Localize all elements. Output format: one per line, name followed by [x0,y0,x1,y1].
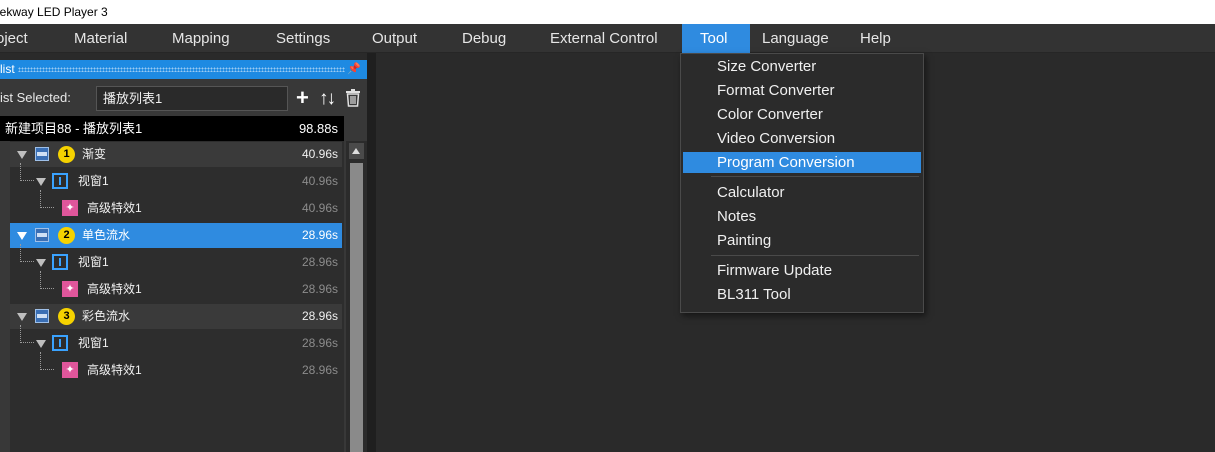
effect-row-2[interactable]: ✦ 高级特效1 28.96s [10,271,342,302]
menu-project[interactable]: oject [0,24,28,53]
effect-duration: 40.96s [301,201,338,215]
program-icon [35,228,49,242]
program-number-badge: 3 [58,308,75,325]
project-duration: 98.88s [298,121,338,136]
collapse-arrow-icon[interactable] [17,151,27,159]
menu-material[interactable]: Material [74,24,127,53]
tree-gutter [0,141,10,452]
menu-tool[interactable]: Tool [682,24,750,53]
menu-external-control[interactable]: External Control [550,24,658,53]
menu-item-firmware-update[interactable]: Firmware Update [683,260,921,281]
menu-item-format-converter[interactable]: Format Converter [683,80,921,101]
window-icon [52,173,68,189]
window-name: 视窗1 [78,336,109,350]
window-icon [52,254,68,270]
menu-language[interactable]: Language [762,24,829,53]
program-number-badge: 1 [58,146,75,163]
scroll-up-arrow-icon[interactable] [349,143,364,159]
menu-separator [711,176,919,177]
collapse-arrow-icon[interactable] [36,259,46,267]
effect-duration: 28.96s [301,363,338,377]
window-name: 视窗1 [78,174,109,188]
effect-name: 高级特效1 [87,282,142,296]
panel-title: list [0,62,15,76]
tree-connector [40,352,54,370]
effect-name: 高级特效1 [87,201,142,215]
window-icon [52,335,68,351]
tree-connector [20,163,34,181]
menu-mapping[interactable]: Mapping [172,24,230,53]
playlist-panel-header: list 📌 [0,60,367,79]
menu-item-notes[interactable]: Notes [683,206,921,227]
magic-wand-icon: ✦ [62,362,78,378]
menu-debug[interactable]: Debug [462,24,506,53]
collapse-arrow-icon[interactable] [17,232,27,240]
collapse-arrow-icon[interactable] [17,313,27,321]
menu-settings[interactable]: Settings [276,24,330,53]
magic-wand-icon: ✦ [62,281,78,297]
sort-icon[interactable]: ↑↓ [319,86,336,112]
program-icon [35,309,49,323]
menu-bar: oject Material Mapping Settings Output D… [0,24,1215,53]
program-row-3[interactable]: 3 彩色流水 28.96s [10,304,342,329]
magic-wand-icon: ✦ [62,200,78,216]
project-name: 新建项目88 - 播放列表1 [5,121,143,136]
menu-item-program-conversion[interactable]: Program Conversion [683,152,921,173]
list-selected-label: ist Selected: [0,90,71,105]
window-row-2[interactable]: 视窗1 28.96s [10,244,342,275]
window-name: 视窗1 [78,255,109,269]
scrollbar-thumb[interactable] [350,163,363,452]
program-duration: 28.96s [301,228,338,242]
program-name: 单色流水 [82,228,131,242]
tree-scrollbar[interactable] [346,141,367,452]
panel-header-grip[interactable] [18,67,345,72]
program-row-2[interactable]: 2 单色流水 28.96s [10,223,342,248]
collapse-arrow-icon[interactable] [36,340,46,348]
program-name: 彩色流水 [82,309,131,323]
program-duration: 40.96s [301,147,338,161]
window-duration: 28.96s [301,255,338,269]
menu-item-size-converter[interactable]: Size Converter [683,56,921,77]
program-row-1[interactable]: 1 渐变 40.96s [10,142,342,167]
window-duration: 28.96s [301,336,338,350]
menu-item-calculator[interactable]: Calculator [683,182,921,203]
window-row-3[interactable]: 视窗1 28.96s [10,325,342,356]
menu-separator [711,255,919,256]
menu-item-bl311-tool[interactable]: BL311 Tool [683,284,921,305]
window-title-bar: eekway LED Player 3 [0,0,1215,24]
window-row-1[interactable]: 视窗1 40.96s [10,163,342,194]
add-icon[interactable]: + [296,85,309,111]
effect-name: 高级特效1 [87,363,142,377]
menu-item-color-converter[interactable]: Color Converter [683,104,921,125]
playlist-selector[interactable]: 播放列表1 [96,86,288,111]
panel-splitter[interactable] [367,53,376,452]
tree-connector [20,244,34,262]
tool-menu-dropdown: Size Converter Format Converter Color Co… [680,53,924,313]
collapse-arrow-icon[interactable] [36,178,46,186]
menu-item-video-conversion[interactable]: Video Conversion [683,128,921,149]
tree-connector [40,271,54,289]
pin-icon[interactable]: 📌 [347,60,361,79]
window-title: eekway LED Player 3 [0,5,108,19]
menu-item-painting[interactable]: Painting [683,230,921,251]
menu-help[interactable]: Help [860,24,891,53]
menu-output[interactable]: Output [372,24,417,53]
tree-connector [40,190,54,208]
effect-duration: 28.96s [301,282,338,296]
program-number-badge: 2 [58,227,75,244]
effect-row-1[interactable]: ✦ 高级特效1 40.96s [10,190,342,221]
effect-row-3[interactable]: ✦ 高级特效1 28.96s [10,352,342,383]
project-row[interactable]: 新建项目88 - 播放列表1 98.88s [0,116,344,141]
tree-connector [20,325,34,343]
window-duration: 40.96s [301,174,338,188]
program-icon [35,147,49,161]
trash-icon[interactable] [345,89,361,107]
program-name: 渐变 [82,147,107,161]
program-duration: 28.96s [301,309,338,323]
